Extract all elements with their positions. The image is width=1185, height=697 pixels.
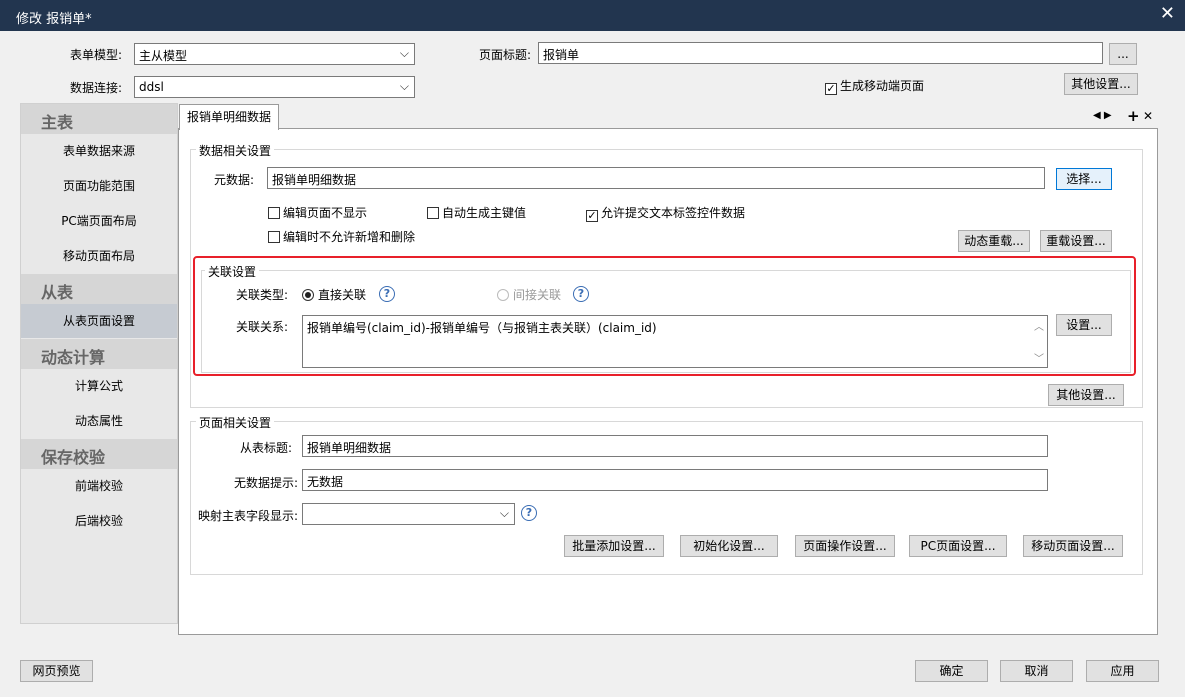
init-settings-button[interactable]: 初始化设置...: [680, 535, 778, 557]
sidebar-section-validate: 保存校验: [41, 448, 106, 467]
assoc-other-settings-button[interactable]: 其他设置...: [1048, 384, 1124, 406]
checkbox-icon: [268, 231, 280, 243]
conn-value: ddsl: [139, 80, 164, 94]
map-field-select[interactable]: ⌵: [302, 503, 515, 525]
nodata-label: 无数据提示:: [234, 476, 299, 490]
allow-submit-label: 允许提交文本标签控件数据: [601, 206, 746, 220]
model-label: 表单模型:: [70, 48, 123, 62]
sidebar-item-sub-page[interactable]: 从表页面设置: [21, 304, 177, 338]
window-title: 修改 报销单*: [16, 12, 92, 27]
mobile-checkbox[interactable]: ✓ 生成移动端页面: [825, 77, 924, 95]
web-preview-button[interactable]: 网页预览: [20, 660, 93, 682]
conn-label: 数据连接:: [70, 81, 123, 95]
sidebar: 主表 表单数据来源 页面功能范围 PC端页面布局 移动页面布局 从表 从表页面设…: [20, 103, 178, 624]
checkbox-icon: [268, 207, 280, 219]
sidebar-item-function-scope[interactable]: 页面功能范围: [21, 169, 177, 203]
chevron-down-icon: ⌵: [499, 506, 509, 520]
ok-button[interactable]: 确定: [915, 660, 988, 682]
tab-nav-arrows-icon[interactable]: ◀ ▶: [1093, 110, 1112, 121]
other-settings-button[interactable]: 其他设置...: [1064, 73, 1138, 95]
page-op-settings-button[interactable]: 页面操作设置...: [795, 535, 895, 557]
close-tab-icon[interactable]: ✕: [1143, 109, 1153, 123]
close-icon[interactable]: ✕: [1160, 3, 1175, 24]
meta-input[interactable]: 报销单明细数据: [267, 167, 1045, 189]
sidebar-item-data-source[interactable]: 表单数据来源: [21, 134, 177, 168]
no-add-delete-label: 编辑时不允许新增和删除: [283, 230, 416, 244]
apply-button[interactable]: 应用: [1086, 660, 1159, 682]
page-group-title: 页面相关设置: [196, 414, 275, 431]
batch-add-settings-button[interactable]: 批量添加设置...: [564, 535, 664, 557]
help-icon[interactable]: ?: [521, 505, 537, 521]
sub-title-input[interactable]: 报销单明细数据: [302, 435, 1048, 457]
meta-label: 元数据:: [214, 173, 255, 187]
sidebar-section-main: 主表: [41, 113, 74, 132]
conn-select[interactable]: ddsl ⌵: [134, 76, 415, 98]
page-title-input[interactable]: 报销单: [538, 42, 1103, 64]
sidebar-item-backend-validate[interactable]: 后端校验: [21, 504, 177, 538]
highlight-box: [193, 256, 1136, 376]
map-field-label: 映射主表字段显示:: [198, 509, 299, 523]
checkbox-checked-icon: ✓: [586, 209, 598, 222]
sidebar-section-sub: 从表: [41, 283, 74, 302]
hide-edit-label: 编辑页面不显示: [283, 206, 368, 220]
nodata-input[interactable]: 无数据: [302, 469, 1048, 491]
pc-page-settings-button[interactable]: PC页面设置...: [909, 535, 1007, 557]
allow-submit-label-checkbox[interactable]: ✓ 允许提交文本标签控件数据: [586, 204, 745, 222]
auto-key-label: 自动生成主键值: [442, 206, 527, 220]
sidebar-item-mobile-layout[interactable]: 移动页面布局: [21, 239, 177, 273]
sidebar-section-calc: 动态计算: [41, 348, 106, 367]
chevron-down-icon: ⌵: [399, 79, 409, 93]
cancel-button[interactable]: 取消: [1000, 660, 1073, 682]
data-group-title: 数据相关设置: [196, 142, 275, 159]
page-title-label: 页面标题:: [479, 48, 532, 62]
checkbox-icon: [427, 207, 439, 219]
sidebar-item-dyn-attr[interactable]: 动态属性: [21, 404, 177, 438]
title-bar: 修改 报销单* ✕: [0, 0, 1185, 31]
no-add-delete-checkbox[interactable]: 编辑时不允许新增和删除: [268, 228, 415, 245]
auto-key-checkbox[interactable]: 自动生成主键值: [427, 204, 526, 221]
model-select[interactable]: 主从模型 ⌵: [134, 43, 415, 65]
sidebar-item-pc-layout[interactable]: PC端页面布局: [21, 204, 177, 238]
sidebar-item-formula[interactable]: 计算公式: [21, 369, 177, 403]
sidebar-item-frontend-validate[interactable]: 前端校验: [21, 469, 177, 503]
tab-detail-data[interactable]: 报销单明细数据: [179, 104, 279, 130]
select-button[interactable]: 选择...: [1056, 168, 1112, 190]
mobile-page-settings-button[interactable]: 移动页面设置...: [1023, 535, 1123, 557]
model-value: 主从模型: [139, 49, 188, 63]
dynamic-reload-button[interactable]: 动态重载...: [958, 230, 1030, 252]
checkbox-checked-icon: ✓: [825, 82, 837, 95]
page-title-ellipsis-button[interactable]: ...: [1109, 43, 1137, 65]
add-tab-icon[interactable]: +: [1127, 107, 1140, 125]
hide-edit-checkbox[interactable]: 编辑页面不显示: [268, 204, 367, 221]
reload-settings-button[interactable]: 重载设置...: [1040, 230, 1112, 252]
mobile-label: 生成移动端页面: [840, 79, 925, 93]
chevron-down-icon: ⌵: [399, 46, 409, 60]
sub-title-label: 从表标题:: [240, 441, 293, 455]
